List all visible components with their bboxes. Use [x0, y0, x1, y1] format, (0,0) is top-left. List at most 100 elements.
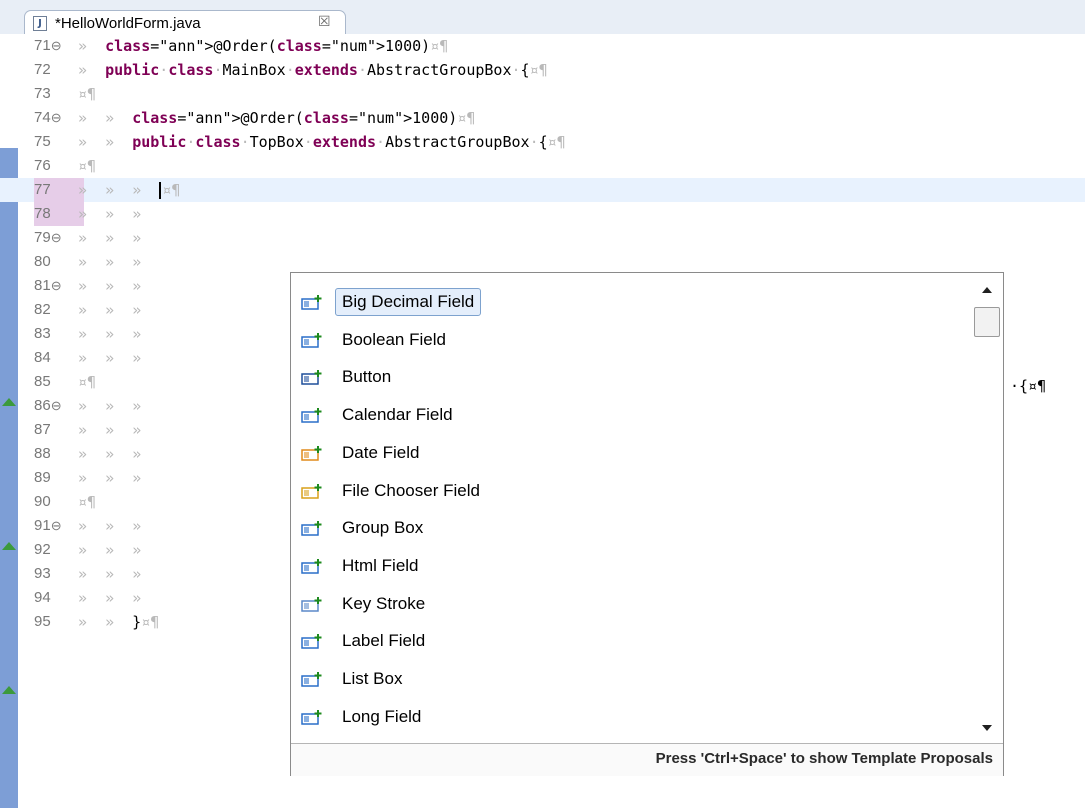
proposal-item[interactable]: List Box	[295, 662, 965, 696]
field-icon	[301, 558, 323, 574]
code-text[interactable]: » » class="ann">@Order(class="num">1000)…	[78, 106, 475, 130]
proposal-item[interactable]: Button	[295, 360, 965, 394]
proposal-label: Button	[342, 367, 392, 387]
scroll-thumb[interactable]	[974, 307, 1000, 337]
scroll-down-icon[interactable]	[982, 725, 992, 731]
code-line[interactable]: 74⊖ » » class="ann">@Order(class="num">10…	[0, 106, 1085, 130]
proposal-item[interactable]: File Chooser Field	[295, 474, 965, 508]
line-number: 72	[34, 61, 51, 78]
line-number: 80	[34, 253, 51, 270]
text-caret	[159, 182, 162, 199]
code-text[interactable]: » » »	[78, 250, 141, 274]
code-text[interactable]: » » »	[78, 298, 141, 322]
line-number: 75	[34, 133, 51, 150]
scroll-up-icon[interactable]	[982, 287, 992, 293]
code-text[interactable]: ¤¶	[78, 82, 96, 106]
code-text[interactable]: » » »	[78, 274, 141, 298]
editor-tab[interactable]: J *HelloWorldForm.java ☒	[24, 10, 346, 36]
code-line[interactable]: 71⊖ » class="ann">@Order(class="num">1000…	[0, 34, 1085, 58]
line-number: 86⊖	[34, 397, 62, 414]
code-text[interactable]: » » »	[78, 562, 141, 586]
close-icon[interactable]: ☒	[318, 14, 331, 30]
proposal-label: Label Field	[342, 631, 426, 651]
line-number: 76	[34, 157, 51, 174]
proposal-item[interactable]: Calendar Field	[295, 398, 965, 432]
bigdecimal-field-icon	[301, 294, 323, 310]
field-icon	[301, 407, 323, 423]
line-number: 93	[34, 565, 51, 582]
proposal-label: Date Field	[342, 442, 420, 462]
proposal-label: Big Decimal Field	[335, 288, 482, 316]
key-stroke-icon	[301, 596, 323, 612]
proposal-status-bar: Press 'Ctrl+Space' to show Template Prop…	[291, 743, 1003, 776]
warning-triangle-icon[interactable]	[2, 686, 16, 694]
fold-toggle-icon[interactable]: ⊖	[51, 518, 62, 533]
line-number: 87	[34, 421, 51, 438]
fold-toggle-icon[interactable]: ⊖	[51, 230, 62, 245]
proposal-label: Html Field	[342, 555, 419, 575]
line-number: 82	[34, 301, 51, 318]
line-number: 91⊖	[34, 517, 62, 534]
proposal-list[interactable]: Big Decimal Field Boolean Field Button Cale…	[291, 273, 973, 743]
code-text[interactable]: » » »	[78, 394, 141, 418]
fold-toggle-icon[interactable]: ⊖	[51, 398, 62, 413]
proposal-label: Group Box	[342, 518, 424, 538]
line-number: 94	[34, 589, 51, 606]
code-line[interactable]: 80 » » »	[0, 250, 1085, 274]
code-line[interactable]: 79⊖ » » »	[0, 226, 1085, 250]
proposal-item[interactable]: Date Field	[295, 436, 965, 470]
code-text[interactable]: ¤¶	[78, 370, 96, 394]
code-text[interactable]: » » »	[78, 418, 141, 442]
code-text[interactable]: ¤¶	[78, 490, 96, 514]
tab-title: *HelloWorldForm.java	[55, 15, 201, 32]
proposal-label: List Box	[342, 669, 403, 688]
code-text[interactable]: » class="ann">@Order(class="num">1000)¤¶	[78, 34, 448, 58]
proposal-label: Boolean Field	[342, 329, 446, 349]
code-line[interactable]: 78» » »	[0, 202, 1085, 226]
code-text[interactable]: » » »	[78, 538, 141, 562]
line-number: 90	[34, 493, 51, 510]
proposal-item[interactable]: Long Field	[295, 700, 965, 734]
code-line[interactable]: 75 » » public·class·TopBox·extends·Abstra…	[0, 130, 1085, 154]
fold-toggle-icon[interactable]: ⊖	[51, 38, 62, 53]
proposal-item[interactable]: Group Box	[295, 511, 965, 545]
code-fragment-behind-popup: ·{¤¶	[1010, 377, 1047, 395]
line-number: 73	[34, 85, 51, 102]
code-text[interactable]: ¤¶	[78, 154, 96, 178]
field-icon	[301, 633, 323, 650]
line-number: 78	[34, 202, 84, 226]
content-assist-popup[interactable]: Big Decimal Field Boolean Field Button Cale…	[290, 272, 1004, 776]
line-number: 84	[34, 349, 51, 366]
proposal-item[interactable]: Big Decimal Field	[295, 285, 965, 319]
code-text[interactable]: » » »	[78, 322, 141, 346]
code-text[interactable]: » » »	[78, 226, 141, 250]
code-text[interactable]: » » »	[78, 442, 141, 466]
proposal-scrollbar[interactable]	[973, 273, 1003, 743]
line-number: 79⊖	[34, 229, 62, 246]
code-text[interactable]: » » » ¤¶	[78, 178, 180, 202]
code-text[interactable]: » public·class·MainBox·extends·AbstractG…	[78, 58, 548, 82]
fold-toggle-icon[interactable]: ⊖	[51, 278, 62, 293]
file-chooser-field-icon	[301, 483, 323, 499]
code-text[interactable]: » » »	[78, 586, 141, 610]
code-line[interactable]: 76 ¤¶	[0, 154, 1085, 178]
line-number: 88	[34, 445, 51, 462]
field-icon	[301, 332, 323, 348]
code-text[interactable]: » » }¤¶	[78, 610, 159, 634]
code-text[interactable]: » » »	[78, 466, 141, 490]
code-text[interactable]: » » »	[78, 514, 141, 538]
fold-toggle-icon[interactable]: ⊖	[51, 110, 62, 125]
code-line[interactable]: 72 » public·class·MainBox·extends·Abstrac…	[0, 58, 1085, 82]
line-number: 83	[34, 325, 51, 342]
proposal-label: Key Stroke	[342, 593, 426, 613]
proposal-item[interactable]: Boolean Field	[295, 323, 965, 357]
code-text[interactable]: » » public·class·TopBox·extends·Abstract…	[78, 130, 566, 154]
proposal-item[interactable]: Label Field	[295, 624, 965, 658]
proposal-item[interactable]: Html Field	[295, 549, 965, 583]
code-text[interactable]: » » »	[78, 346, 141, 370]
proposal-item[interactable]: Key Stroke	[295, 587, 965, 621]
code-text[interactable]: » » »	[78, 202, 141, 226]
code-line[interactable]: 73 ¤¶	[0, 82, 1085, 106]
line-number: 85	[34, 373, 51, 390]
code-line[interactable]: 77» » » ¤¶	[0, 178, 1085, 202]
